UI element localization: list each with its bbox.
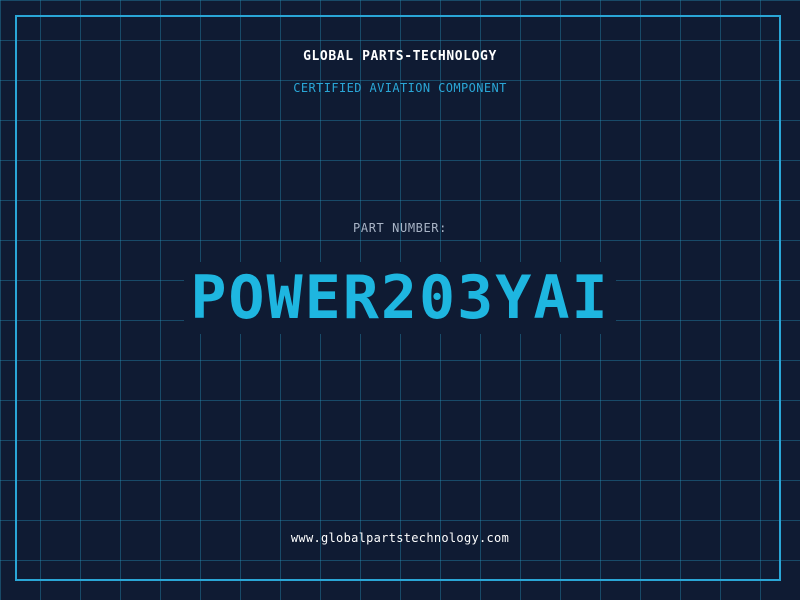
part-number: POWER203YAI [184,262,616,334]
part-number-label: PART NUMBER: [353,221,447,235]
website-url: www.globalpartstechnology.com [290,531,510,545]
tagline: CERTIFIED AVIATION COMPONENT [293,81,507,95]
company-name: GLOBAL PARTS-TECHNOLOGY [303,49,497,64]
part-number-container: POWER203YAI [0,262,800,334]
